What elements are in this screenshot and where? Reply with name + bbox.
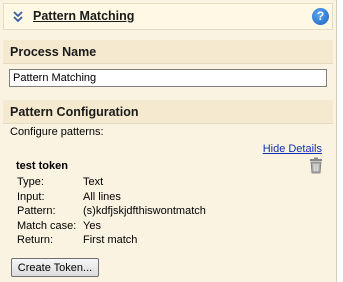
process-name-section-header: Process Name xyxy=(3,40,333,64)
detail-label: Type: xyxy=(17,176,44,188)
token-name: test token xyxy=(16,160,68,172)
pattern-configuration-heading: Pattern Configuration xyxy=(10,105,139,119)
detail-label: Pattern: xyxy=(17,205,56,217)
hide-details-link[interactable]: Hide Details xyxy=(263,143,322,155)
trash-icon[interactable] xyxy=(309,157,323,174)
detail-value: First match xyxy=(83,234,138,246)
panel-header: Pattern Matching ? xyxy=(3,3,333,30)
detail-value: (s)kdfjskjdfthiswontmatch xyxy=(83,205,206,217)
detail-label: Input: xyxy=(17,191,45,203)
process-name-heading: Process Name xyxy=(10,45,97,59)
detail-value: Yes xyxy=(83,220,101,232)
panel-title[interactable]: Pattern Matching xyxy=(33,9,134,23)
help-icon[interactable]: ? xyxy=(312,8,329,25)
detail-value: Text xyxy=(83,176,104,188)
pattern-matching-panel: Pattern Matching ? Process Name Pattern … xyxy=(0,0,337,282)
create-token-button[interactable]: Create Token... xyxy=(11,258,99,277)
right-edge-strip xyxy=(337,0,343,282)
detail-value: All lines xyxy=(83,191,121,203)
pattern-configuration-section-header: Pattern Configuration xyxy=(3,100,333,124)
double-chevron-down-icon[interactable] xyxy=(12,10,24,24)
detail-label: Match case: xyxy=(17,220,77,232)
configure-patterns-label: Configure patterns: xyxy=(10,126,104,138)
process-name-input[interactable] xyxy=(9,69,327,87)
detail-label: Return: xyxy=(17,234,54,246)
